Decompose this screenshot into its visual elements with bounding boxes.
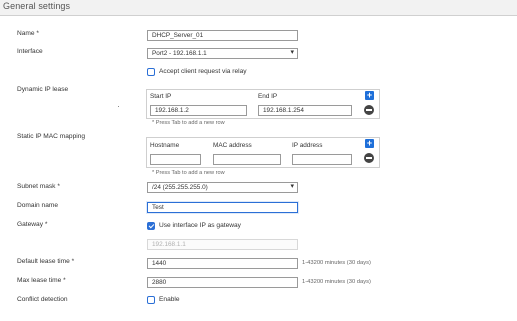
- domain-name-input[interactable]: Test: [147, 202, 298, 213]
- add-dynamic-ip-row-button[interactable]: +: [365, 91, 374, 100]
- dynamic-ip-grid: Start IP End IP 192.168.1.2 192.168.1.25…: [146, 89, 380, 119]
- accept-relay-checkbox[interactable]: [147, 68, 155, 76]
- subnet-mask-value: /24 (255.255.255.0): [152, 184, 208, 191]
- max-lease-label: Max lease time *: [17, 277, 66, 284]
- name-label: Name *: [17, 30, 39, 37]
- add-static-mac-row-button[interactable]: +: [365, 139, 374, 148]
- default-lease-label: Default lease time *: [17, 258, 75, 265]
- mac-address-input[interactable]: [213, 154, 281, 165]
- start-ip-input[interactable]: 192.168.1.2: [150, 105, 247, 116]
- gateway-label: Gateway *: [17, 221, 48, 228]
- ip-column-header: IP address: [292, 142, 323, 149]
- subnet-mask-select[interactable]: /24 (255.255.255.0): [147, 182, 298, 193]
- static-mac-grid: Hostname MAC address IP address: [146, 137, 380, 168]
- use-interface-ip-label: Use interface IP as gateway: [159, 222, 241, 229]
- interface-label: Interface: [17, 48, 43, 55]
- start-ip-column-header: Start IP: [150, 93, 172, 100]
- interface-value: Port2 - 192.168.1.1: [152, 50, 207, 57]
- separator-dot: [118, 106, 119, 107]
- end-ip-column-header: End IP: [258, 93, 278, 100]
- remove-static-mac-row-button[interactable]: [364, 153, 374, 163]
- dynamic-ip-label: Dynamic IP lease: [17, 86, 69, 93]
- default-lease-input[interactable]: 1440: [147, 258, 298, 269]
- hostname-input[interactable]: [150, 154, 201, 165]
- ip-address-input[interactable]: [292, 154, 352, 165]
- name-input[interactable]: DHCP_Server_01: [147, 30, 298, 41]
- gateway-input: 192.168.1.1: [147, 239, 298, 250]
- accept-relay-label: Accept client request via relay: [159, 68, 247, 75]
- mac-column-header: MAC address: [213, 142, 252, 149]
- subnet-mask-label: Subnet mask *: [17, 183, 60, 190]
- conflict-detection-checkbox[interactable]: [147, 296, 155, 304]
- dynamic-ip-hint: * Press Tab to add a new row: [152, 120, 225, 126]
- remove-dynamic-ip-row-button[interactable]: [364, 105, 374, 115]
- interface-select[interactable]: Port2 - 192.168.1.1: [147, 48, 298, 59]
- static-mac-hint: * Press Tab to add a new row: [152, 170, 225, 176]
- conflict-detection-label: Conflict detection: [17, 296, 68, 303]
- static-mac-label: Static IP MAC mapping: [17, 133, 86, 140]
- domain-name-label: Domain name: [17, 202, 59, 209]
- max-lease-unit: 1-43200 minutes (30 days): [302, 279, 371, 285]
- hostname-column-header: Hostname: [150, 142, 180, 149]
- conflict-detection-enable-label: Enable: [159, 296, 180, 303]
- default-lease-unit: 1-43200 minutes (30 days): [302, 260, 371, 266]
- section-header: General settings: [0, 0, 517, 16]
- max-lease-input[interactable]: 2880: [147, 277, 298, 288]
- section-title: General settings: [3, 1, 71, 11]
- use-interface-ip-checkbox[interactable]: [147, 222, 155, 230]
- end-ip-input[interactable]: 192.168.1.254: [258, 105, 352, 116]
